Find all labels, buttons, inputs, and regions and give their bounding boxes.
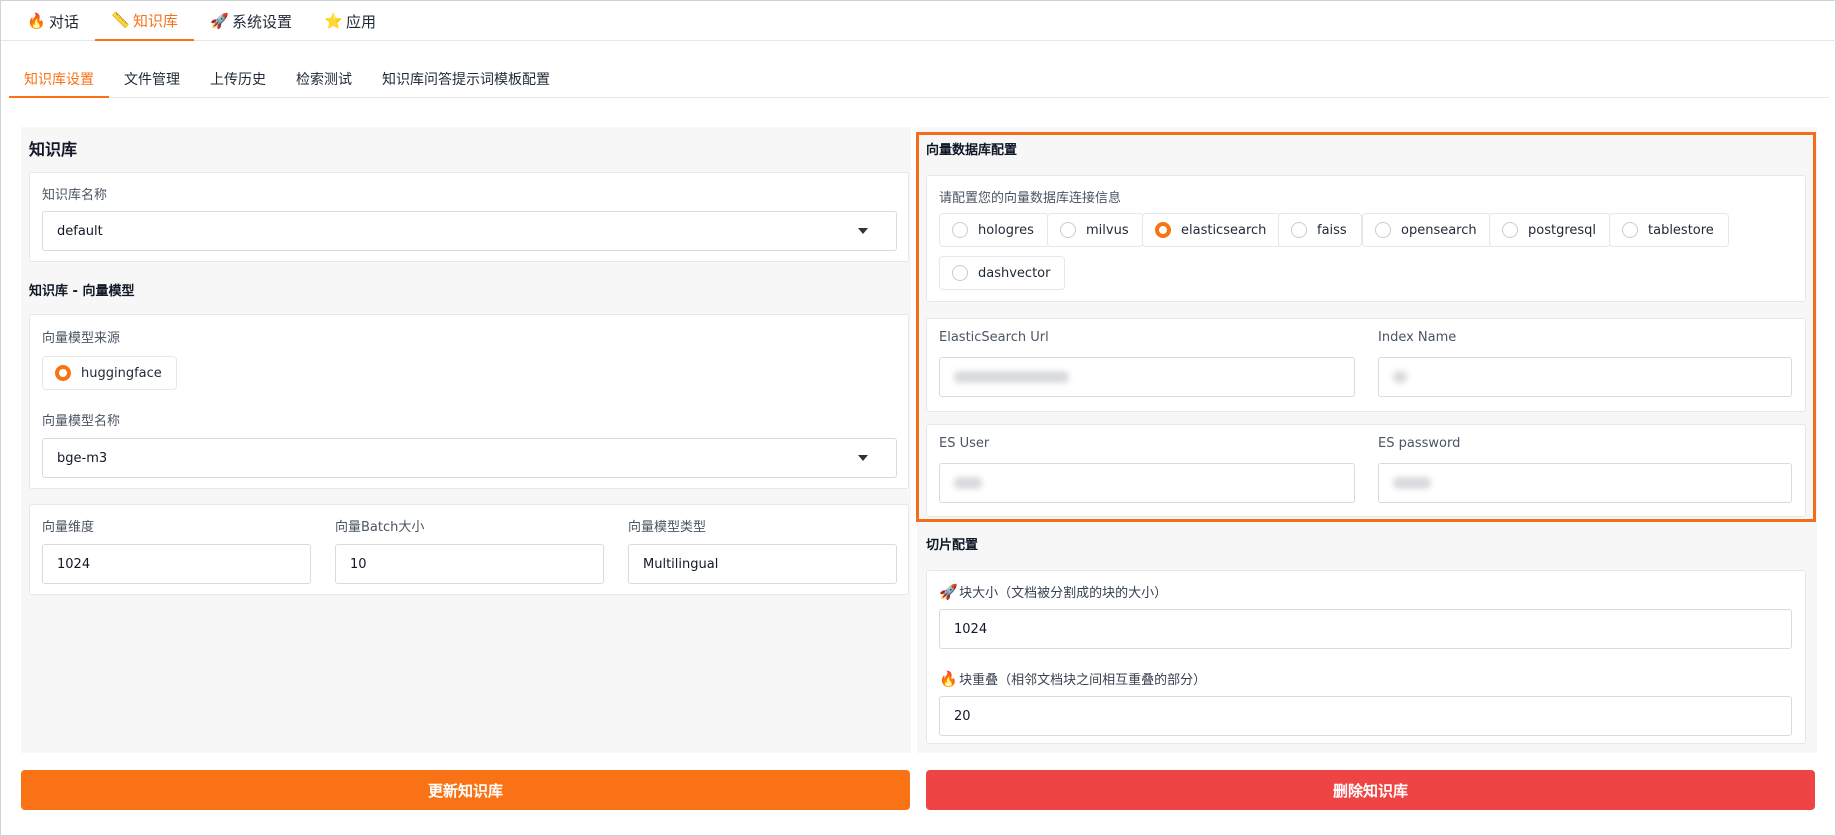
chunk-size-label-row: 🚀 块大小（文档被分割成的块的大小） xyxy=(939,582,1167,601)
es-user-input[interactable] xyxy=(939,463,1355,503)
radio-huggingface-label: huggingface xyxy=(81,365,162,381)
embed-dim-value: 1024 xyxy=(57,556,91,572)
tab-apps[interactable]: ⭐ 应用 xyxy=(308,1,392,41)
es-user-label: ES User xyxy=(939,436,990,451)
vector-db-title: 向量数据库配置 xyxy=(926,143,1018,158)
embed-title: 知识库 - 向量模型 xyxy=(29,284,135,299)
sub-tabs: 知识库设置 文件管理 上传历史 检索测试 知识库问答提示词模板配置 xyxy=(9,67,1829,98)
radio-empty-icon xyxy=(1375,222,1391,238)
radio-milvus[interactable]: milvus xyxy=(1047,213,1144,247)
redacted-value xyxy=(1393,477,1431,489)
subtab-prompt-template[interactable]: 知识库问答提示词模板配置 xyxy=(367,67,565,98)
rocket-icon: 🚀 xyxy=(210,12,229,30)
kb-name-value: default xyxy=(57,223,103,239)
radio-empty-icon xyxy=(1060,222,1076,238)
chunk-title: 切片配置 xyxy=(926,538,979,553)
tab-system-settings-label: 系统设置 xyxy=(232,12,293,31)
index-name-input[interactable] xyxy=(1378,357,1792,397)
star-icon: ⭐ xyxy=(324,12,343,30)
es-url-label: ElasticSearch Url xyxy=(939,330,1049,345)
radio-hologres[interactable]: hologres xyxy=(939,213,1049,247)
radio-selected-icon xyxy=(1155,222,1171,238)
tab-knowledge-base[interactable]: 📏 知识库 xyxy=(95,1,195,41)
update-kb-button[interactable]: 更新知识库 xyxy=(21,770,910,810)
app-frame: 🔥 对话 📏 知识库 🚀 系统设置 ⭐ 应用 知识库设置 文件管理 上传历史 检索测试 … xyxy=(0,0,1836,836)
radio-empty-icon xyxy=(952,222,968,238)
radio-elasticsearch-label: elasticsearch xyxy=(1181,222,1267,238)
radio-hologres-label: hologres xyxy=(978,222,1034,238)
tab-apps-label: 应用 xyxy=(346,12,377,31)
chunk-overlap-value: 20 xyxy=(954,708,971,724)
redacted-value xyxy=(954,477,982,489)
radio-tablestore-label: tablestore xyxy=(1648,222,1714,238)
radio-opensearch-label: opensearch xyxy=(1401,222,1477,238)
chunk-overlap-label: 块重叠（相邻文档块之间相互重叠的部分） xyxy=(959,673,1207,688)
radio-empty-icon xyxy=(1291,222,1307,238)
radio-empty-icon xyxy=(952,265,968,281)
kb-name-select[interactable]: default xyxy=(42,211,897,251)
embed-model-value: bge-m3 xyxy=(57,450,108,466)
tab-chat[interactable]: 🔥 对话 xyxy=(11,1,95,41)
radio-tablestore[interactable]: tablestore xyxy=(1609,213,1729,247)
radio-opensearch[interactable]: opensearch xyxy=(1362,213,1492,247)
fire-icon: 🔥 xyxy=(27,12,46,30)
index-name-label: Index Name xyxy=(1378,330,1457,345)
subtab-file-management[interactable]: 文件管理 xyxy=(109,67,195,98)
tab-system-settings[interactable]: 🚀 系统设置 xyxy=(194,1,308,41)
redacted-value xyxy=(1393,371,1407,383)
redacted-value xyxy=(954,371,1069,383)
es-password-label: ES password xyxy=(1378,436,1461,451)
embed-type-value: Multilingual xyxy=(643,556,719,572)
radio-dashvector-label: dashvector xyxy=(978,265,1051,281)
vector-db-hint: 请配置您的向量数据库连接信息 xyxy=(939,191,1122,206)
embed-batch-label: 向量Batch大小 xyxy=(335,520,425,535)
radio-faiss-label: faiss xyxy=(1317,222,1347,238)
chunk-size-label: 块大小（文档被分割成的块的大小） xyxy=(959,586,1168,601)
es-password-input[interactable] xyxy=(1378,463,1792,503)
subtab-retrieval-test[interactable]: 检索测试 xyxy=(281,67,367,98)
es-url-input[interactable] xyxy=(939,357,1355,397)
chunk-overlap-label-row: 🔥 块重叠（相邻文档块之间相互重叠的部分） xyxy=(939,669,1206,688)
fire-icon: 🔥 xyxy=(939,670,958,688)
radio-postgresql-label: postgresql xyxy=(1528,222,1597,238)
radio-postgresql[interactable]: postgresql xyxy=(1489,213,1612,247)
kb-title: 知识库 xyxy=(29,140,78,159)
chunk-size-value: 1024 xyxy=(954,621,988,637)
embed-batch-value: 10 xyxy=(350,556,367,572)
tab-chat-label: 对话 xyxy=(49,12,80,31)
embed-source-label: 向量模型来源 xyxy=(42,331,121,346)
radio-huggingface[interactable]: huggingface xyxy=(42,356,177,390)
radio-elasticsearch[interactable]: elasticsearch xyxy=(1142,213,1282,247)
radio-selected-icon xyxy=(55,365,71,381)
embed-type-label: 向量模型类型 xyxy=(628,520,707,535)
radio-faiss[interactable]: faiss xyxy=(1278,213,1362,247)
radio-empty-icon xyxy=(1622,222,1638,238)
ruler-icon: 📏 xyxy=(111,11,130,29)
embed-dim-label: 向量维度 xyxy=(42,520,95,535)
rocket-icon: 🚀 xyxy=(939,583,958,601)
subtab-upload-history[interactable]: 上传历史 xyxy=(195,67,281,98)
top-tabs: 🔥 对话 📏 知识库 🚀 系统设置 ⭐ 应用 xyxy=(1,1,1836,41)
subtab-kb-settings[interactable]: 知识库设置 xyxy=(9,67,109,98)
chunk-size-input[interactable]: 1024 xyxy=(939,609,1792,649)
kb-name-label: 知识库名称 xyxy=(42,188,108,203)
embed-dim-input[interactable]: 1024 xyxy=(42,544,311,584)
chevron-down-icon xyxy=(858,455,868,461)
delete-kb-button[interactable]: 删除知识库 xyxy=(926,770,1815,810)
chunk-overlap-input[interactable]: 20 xyxy=(939,696,1792,736)
radio-dashvector[interactable]: dashvector xyxy=(939,256,1066,290)
tab-knowledge-base-label: 知识库 xyxy=(133,11,179,30)
embed-model-select[interactable]: bge-m3 xyxy=(42,438,897,478)
embed-type-input[interactable]: Multilingual xyxy=(628,544,897,584)
radio-milvus-label: milvus xyxy=(1086,222,1129,238)
embed-batch-input[interactable]: 10 xyxy=(335,544,604,584)
radio-empty-icon xyxy=(1502,222,1518,238)
chevron-down-icon xyxy=(858,228,868,234)
embed-model-label: 向量模型名称 xyxy=(42,414,121,429)
